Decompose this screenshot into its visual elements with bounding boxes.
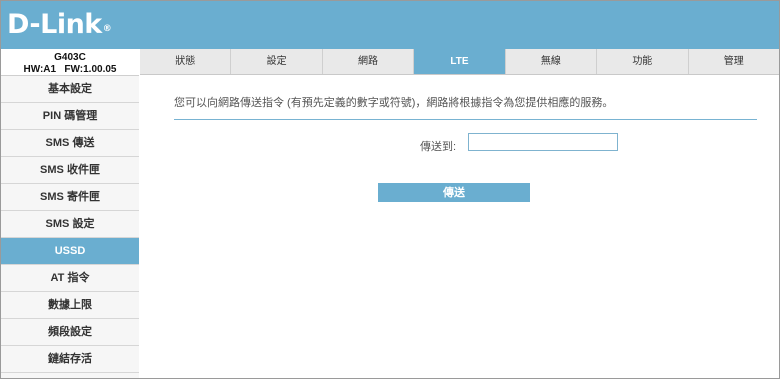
router-admin-window: D-Link® G403C HW:A1 FW:1.00.05 基本設定 PIN … xyxy=(0,0,780,379)
tab-management[interactable]: 管理 xyxy=(687,49,779,74)
device-info: G403C HW:A1 FW:1.00.05 xyxy=(1,49,139,76)
ussd-panel: 您可以向網路傳送指令 (有預先定義的數字或符號)，網路將根據指令為您提供相應的服… xyxy=(140,75,779,378)
send-button[interactable]: 傳送 xyxy=(378,183,530,202)
tab-network[interactable]: 網路 xyxy=(321,49,413,74)
tab-features[interactable]: 功能 xyxy=(596,49,687,74)
sidebar-item-link-keepalive[interactable]: 鏈結存活 xyxy=(1,346,139,373)
tab-lte[interactable]: LTE xyxy=(413,49,505,74)
trademark-mark: ® xyxy=(102,24,112,34)
send-to-input[interactable] xyxy=(468,133,618,151)
ussd-description: 您可以向網路傳送指令 (有預先定義的數字或符號)，網路將根據指令為您提供相應的服… xyxy=(174,97,614,109)
dlink-logo: D-Link® xyxy=(7,7,112,43)
tab-settings[interactable]: 設定 xyxy=(230,49,321,74)
tab-wireless[interactable]: 無線 xyxy=(504,49,596,74)
divider xyxy=(174,119,757,120)
tab-status[interactable]: 狀態 xyxy=(140,49,230,74)
sidebar-item-basic-settings[interactable]: 基本設定 xyxy=(1,76,139,103)
top-tab-bar: 狀態 設定 網路 LTE 無線 功能 管理 xyxy=(140,49,779,75)
sidebar-item-data-limit[interactable]: 數據上限 xyxy=(1,292,139,319)
sidebar-item-pin-management[interactable]: PIN 碼管理 xyxy=(1,103,139,130)
sidebar-item-band-settings[interactable]: 頻段設定 xyxy=(1,319,139,346)
device-versions: HW:A1 FW:1.00.05 xyxy=(23,64,117,75)
sidebar-item-at-command[interactable]: AT 指令 xyxy=(1,265,139,292)
sidebar-item-sms-inbox[interactable]: SMS 收件匣 xyxy=(1,157,139,184)
sidebar-item-sms-send[interactable]: SMS 傳送 xyxy=(1,130,139,157)
logo-text: D-Link xyxy=(7,9,102,40)
sidebar-item-ussd[interactable]: USSD xyxy=(1,238,139,265)
sidebar: G403C HW:A1 FW:1.00.05 基本設定 PIN 碼管理 SMS … xyxy=(1,49,139,378)
device-model: G403C xyxy=(54,52,86,63)
header-bar: D-Link® xyxy=(1,1,779,49)
sidebar-item-sms-outbox[interactable]: SMS 寄件匣 xyxy=(1,184,139,211)
send-to-label: 傳送到: xyxy=(420,141,457,153)
sidebar-item-sms-settings[interactable]: SMS 設定 xyxy=(1,211,139,238)
